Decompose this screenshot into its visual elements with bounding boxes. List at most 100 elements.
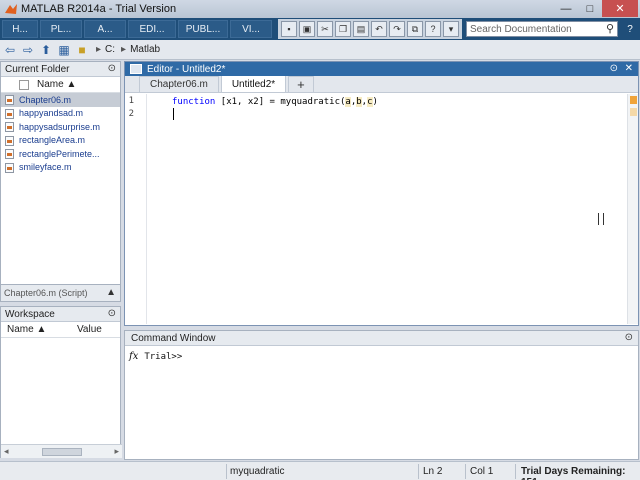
m-file-icon bbox=[5, 108, 14, 119]
path-drive[interactable]: C: bbox=[105, 44, 115, 55]
workspace-name-column[interactable]: Name ▲ bbox=[7, 324, 77, 335]
title-bar: MATLAB R2014a - Trial Version — □ ✕ bbox=[0, 0, 640, 18]
switch-windows-icon[interactable]: ⧉ bbox=[407, 21, 423, 37]
status-divider bbox=[465, 464, 466, 479]
panel-menu-icon[interactable]: ⊙ bbox=[625, 332, 633, 343]
quick-access-toolbar: ▪ ▣ ✂ ❐ ▤ ↶ ↷ ⧉ ? ▾ bbox=[278, 19, 462, 39]
mouse-ibeam-cursor-icon bbox=[598, 213, 604, 225]
folder-icon: ■ bbox=[78, 42, 86, 57]
workspace-panel: Workspace ⊙ Name ▲ Value ◂ ▸ bbox=[0, 306, 122, 458]
status-divider bbox=[515, 464, 516, 479]
code-signature: [x1, x2] = myquadratic( bbox=[215, 97, 346, 107]
back-arrow-icon[interactable]: ⇦ bbox=[2, 42, 18, 58]
browse-folder-icon[interactable]: ▦ bbox=[56, 42, 72, 58]
path-folder[interactable]: Matlab bbox=[130, 44, 160, 55]
m-file-icon bbox=[5, 135, 14, 146]
panel-menu-icon[interactable]: ⊙ bbox=[108, 63, 116, 74]
tab-home[interactable]: H... bbox=[2, 20, 38, 38]
status-divider bbox=[418, 464, 419, 479]
tab-apps[interactable]: A... bbox=[84, 20, 126, 38]
command-window-panel: Command Window ⊙ fx Trial>> bbox=[124, 330, 639, 460]
current-folder-title: Current Folder bbox=[5, 63, 70, 75]
editor-tab-active[interactable]: Untitled2* bbox=[220, 75, 287, 92]
file-item[interactable]: rectanglePerimete... bbox=[1, 147, 120, 161]
path-separator-icon: ▸ bbox=[96, 44, 102, 55]
scroll-right-icon[interactable]: ▸ bbox=[114, 446, 119, 457]
tab-publish[interactable]: PUBL... bbox=[178, 20, 228, 38]
editor-doc-icon bbox=[130, 64, 142, 74]
redo-icon[interactable]: ↷ bbox=[389, 21, 405, 37]
warning-marker-icon[interactable] bbox=[630, 96, 637, 104]
trial-days-remaining: Trial Days Remaining: 151 bbox=[521, 466, 626, 480]
name-column-label[interactable]: Name ▲ bbox=[37, 79, 76, 90]
arg-a: a bbox=[345, 97, 351, 107]
file-item[interactable]: happysadsurprise.m bbox=[1, 120, 120, 134]
current-folder-panel: Current Folder ⊙ Name ▲ Chapter06.m happ… bbox=[0, 61, 121, 301]
filter-icon[interactable]: ? bbox=[623, 22, 637, 36]
new-tab-button[interactable]: + bbox=[288, 76, 314, 92]
warning-indicator-icon[interactable] bbox=[630, 108, 637, 116]
editor-tab[interactable]: Chapter06.m bbox=[139, 76, 219, 92]
status-function-name: myquadratic bbox=[230, 466, 285, 477]
file-item[interactable]: Chapter06.m bbox=[1, 93, 120, 107]
horizontal-scrollbar[interactable]: ◂ ▸ bbox=[1, 444, 122, 458]
copy-icon[interactable]: ❐ bbox=[335, 21, 351, 37]
chevron-up-icon[interactable]: ▲ bbox=[106, 287, 116, 298]
editor-title: Editor - Untitled2* bbox=[147, 63, 226, 75]
file-item[interactable]: happyandsad.m bbox=[1, 107, 120, 121]
path-separator-icon: ▸ bbox=[121, 44, 127, 55]
save-icon[interactable]: ▣ bbox=[299, 21, 315, 37]
file-item[interactable]: rectangleArea.m bbox=[1, 134, 120, 148]
arg-b: b bbox=[356, 97, 362, 107]
current-folder-column-header[interactable]: Name ▲ bbox=[1, 77, 120, 93]
window-controls: — □ ✕ bbox=[554, 0, 638, 17]
command-prompt-line[interactable]: fx Trial>> bbox=[129, 351, 182, 362]
tab-editor[interactable]: EDI... bbox=[128, 20, 176, 38]
search-documentation-input[interactable]: Search Documentation ⚲ bbox=[466, 21, 618, 37]
close-editor-icon[interactable]: ✕ bbox=[625, 63, 633, 74]
line-number: 1 bbox=[128, 96, 134, 106]
settings-icon[interactable]: ▾ bbox=[443, 21, 459, 37]
new-icon[interactable]: ▪ bbox=[281, 21, 297, 37]
file-details-bar[interactable]: Chapter06.m (Script) ▲ bbox=[0, 284, 121, 302]
search-placeholder: Search Documentation bbox=[470, 23, 572, 35]
m-file-icon bbox=[5, 162, 14, 173]
tab-view[interactable]: VI... bbox=[230, 20, 272, 38]
line-number: 2 bbox=[128, 109, 134, 119]
keyword-function: function bbox=[172, 97, 216, 107]
editor-header: Editor - Untitled2* ⊙ ✕ bbox=[125, 62, 638, 76]
file-item[interactable]: smileyface.m bbox=[1, 161, 120, 175]
scroll-left-icon[interactable]: ◂ bbox=[4, 446, 9, 457]
tab-plots[interactable]: PL... bbox=[40, 20, 82, 38]
details-text: Chapter06.m (Script) bbox=[4, 288, 88, 298]
editor-vertical-scrollbar[interactable] bbox=[627, 94, 638, 324]
code-line-1[interactable]: function [x1, x2] = myquadratic(a,b,c) bbox=[172, 97, 378, 107]
command-window-title: Command Window bbox=[131, 332, 216, 344]
m-file-icon bbox=[5, 95, 14, 105]
address-bar: ⇦ ⇨ ⬆ ▦ ■ ▸ C: ▸ Matlab bbox=[0, 40, 640, 60]
maximize-button[interactable]: □ bbox=[578, 0, 602, 17]
cut-icon[interactable]: ✂ bbox=[317, 21, 333, 37]
forward-arrow-icon[interactable]: ⇨ bbox=[20, 42, 36, 58]
search-icon[interactable]: ⚲ bbox=[606, 22, 614, 35]
line-number-gutter: 1 2 bbox=[125, 94, 147, 324]
window-title: MATLAB R2014a - Trial Version bbox=[21, 3, 177, 15]
scroll-thumb[interactable] bbox=[41, 447, 82, 456]
close-button[interactable]: ✕ bbox=[602, 0, 638, 17]
matlab-logo-icon bbox=[5, 4, 17, 14]
text-caret bbox=[173, 108, 174, 120]
checkbox-icon[interactable] bbox=[19, 79, 29, 90]
code-close-paren: ) bbox=[372, 97, 378, 107]
m-file-icon bbox=[5, 149, 14, 159]
panel-menu-icon[interactable]: ⊙ bbox=[610, 63, 618, 74]
function-browser-icon[interactable]: fx bbox=[129, 351, 138, 362]
help-doc-icon[interactable]: ? bbox=[425, 21, 441, 37]
panel-menu-icon[interactable]: ⊙ bbox=[108, 308, 116, 319]
editor-panel: Editor - Untitled2* ⊙ ✕ Chapter06.m Unti… bbox=[124, 61, 639, 326]
workspace-value-column[interactable]: Value bbox=[77, 324, 102, 335]
code-area[interactable]: 1 2 function [x1, x2] = myquadratic(a,b,… bbox=[125, 94, 625, 324]
undo-icon[interactable]: ↶ bbox=[371, 21, 387, 37]
up-folder-icon[interactable]: ⬆ bbox=[38, 42, 54, 58]
paste-icon[interactable]: ▤ bbox=[353, 21, 369, 37]
minimize-button[interactable]: — bbox=[554, 0, 578, 17]
